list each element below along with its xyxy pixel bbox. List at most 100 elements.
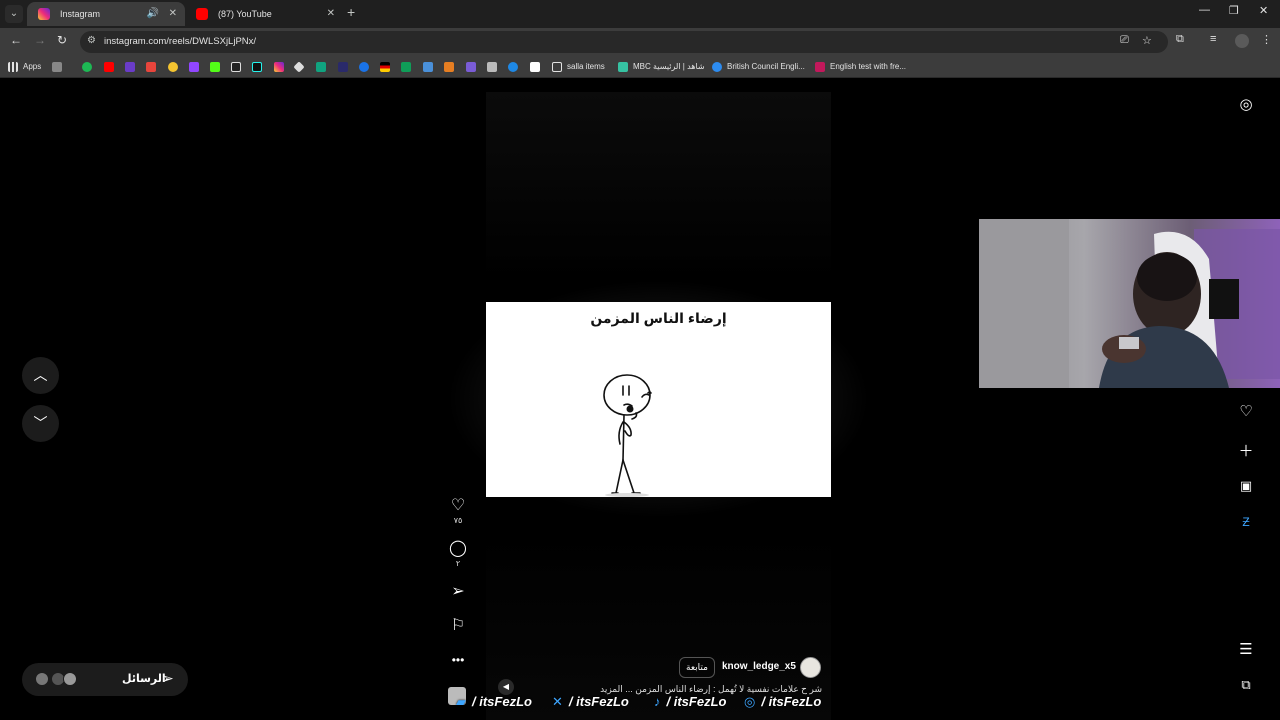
bookmark-icon[interactable] xyxy=(125,62,135,72)
messages-label: الرسائل xyxy=(122,673,166,685)
folder-icon xyxy=(552,61,562,72)
close-tab-icon[interactable]: ✕ xyxy=(327,2,335,26)
apps-bookmark[interactable]: Apps xyxy=(8,56,41,78)
bookmark-icon[interactable] xyxy=(466,62,476,72)
bookmark-icon xyxy=(618,61,628,72)
instagram-logo-icon[interactable]: ◎ xyxy=(1236,95,1256,113)
browser-toolbar: ← → ↻ ⚙ instagram.com/reels/DWLSXjLjPNx/… xyxy=(0,28,1280,56)
close-tab-icon[interactable]: ✕ xyxy=(169,2,177,26)
address-bar[interactable]: ⚙ instagram.com/reels/DWLSXjLjPNx/ ⎚ ☆ xyxy=(80,31,1168,53)
handle-instagram: ◎ / itsFezLo xyxy=(744,694,822,709)
back-icon[interactable]: ← xyxy=(10,33,22,47)
window-close-icon[interactable]: ✕ xyxy=(1259,4,1268,17)
extensions-icon[interactable]: ⧉ xyxy=(1176,33,1184,46)
webcam-overlay xyxy=(979,219,1280,388)
speaker-icon: ◀ xyxy=(502,682,510,691)
heart-icon: ♡ xyxy=(450,497,466,514)
instagram-bookmark-icon[interactable] xyxy=(274,62,284,72)
bookmark-icon[interactable] xyxy=(338,62,348,72)
menu-kebab-icon[interactable]: ⋮ xyxy=(1261,33,1272,46)
gmail-bookmark-icon[interactable] xyxy=(146,62,156,72)
avatar xyxy=(63,672,77,686)
bookmarks-bar: Apps salla items MBC شاهد | الرئيسية Bri… xyxy=(0,56,1280,78)
dashboard-icon[interactable]: ▣ xyxy=(1236,478,1256,494)
handle-x: ✕ / itsFezLo xyxy=(552,694,629,709)
bookmark-item-english-test[interactable]: English test with fre... xyxy=(815,56,906,78)
bookmark-icon[interactable] xyxy=(82,62,92,72)
share-button[interactable]: ➢ xyxy=(444,583,472,601)
bookmark-star-icon[interactable]: ☆ xyxy=(1142,34,1152,47)
bookmark-item-shahid[interactable]: MBC شاهد | الرئيسية xyxy=(618,56,705,78)
chevron-down-icon: ﹀ xyxy=(33,415,48,431)
threads-icon[interactable]: Ƶ xyxy=(1236,515,1256,529)
restore-icon[interactable]: ❐ xyxy=(1229,4,1239,17)
save-button[interactable]: ⚐ xyxy=(444,617,472,635)
mute-toggle[interactable]: ◀ xyxy=(498,679,514,695)
instagram-reels-page: إرضاء الناس المزمن ♡ ٧٥ ◯ ٢ ➢ ⚐ ••• ︿ ﹀ … xyxy=(0,79,1280,720)
youtube-favicon-icon xyxy=(196,8,208,20)
messages-button[interactable]: الرسائل ➢ xyxy=(22,663,188,696)
youtube-bookmark-icon[interactable] xyxy=(104,62,114,72)
tab-title: Instagram xyxy=(60,9,101,19)
media-controls-icon[interactable]: ≡ xyxy=(1210,33,1216,45)
bookmark-icon[interactable] xyxy=(359,62,369,72)
notifications-heart-icon[interactable]: ♡ xyxy=(1236,402,1256,420)
stick-figure-illustration xyxy=(603,374,652,497)
bookmark-item-british-council[interactable]: British Council Engli... xyxy=(712,56,805,78)
author-username[interactable]: know_ledge_x5 xyxy=(722,661,796,672)
like-button[interactable]: ♡ ٧٥ xyxy=(444,497,472,525)
bookmark-icon[interactable] xyxy=(401,62,411,72)
tab-instagram[interactable]: Instagram 🔊 ✕ xyxy=(27,2,185,26)
bookmark-icon[interactable] xyxy=(316,62,326,72)
profile-avatar[interactable] xyxy=(1235,34,1249,48)
tab-search-button[interactable]: ⌄ xyxy=(5,5,23,23)
forward-icon[interactable]: → xyxy=(34,33,46,47)
speaker-icon[interactable]: 🔊 xyxy=(147,2,159,26)
video-title: إرضاء الناس المزمن xyxy=(590,310,727,326)
bookmark-icon[interactable] xyxy=(168,62,178,72)
send-icon: ➢ xyxy=(451,583,465,600)
bookmark-icon[interactable] xyxy=(293,61,305,73)
x-bookmark-icon[interactable] xyxy=(231,62,241,72)
bookmark-folder-salla[interactable]: salla items xyxy=(552,56,605,78)
menu-hamburger-icon[interactable]: ☰ xyxy=(1236,640,1256,658)
more-icon: ••• xyxy=(451,653,465,667)
x-icon: ✕ xyxy=(552,694,563,709)
kick-bookmark-icon[interactable] xyxy=(210,62,220,72)
previous-reel-button[interactable]: ︿ xyxy=(22,357,59,394)
also-from-meta-icon[interactable]: ⧉ xyxy=(1236,677,1256,693)
flag-bookmark-icon[interactable] xyxy=(380,62,390,72)
create-plus-icon[interactable]: ＋ xyxy=(1236,440,1256,461)
twitch-bookmark-icon[interactable] xyxy=(189,62,199,72)
tiktok-icon: ♪ xyxy=(654,694,661,709)
webcam-person-image xyxy=(979,219,1280,388)
comment-count: ٢ xyxy=(455,559,461,568)
like-count: ٧٥ xyxy=(453,516,463,525)
bookmark-icon[interactable] xyxy=(487,62,497,72)
notion-bookmark-icon[interactable] xyxy=(530,62,540,72)
grid-icon[interactable] xyxy=(52,62,62,72)
next-reel-button[interactable]: ﹀ xyxy=(22,405,59,442)
bookmark-icon[interactable] xyxy=(444,62,454,72)
tab-youtube[interactable]: (87) YouTube ✕ xyxy=(185,2,343,26)
bookmark-icon[interactable] xyxy=(508,62,518,72)
site-info-icon[interactable]: ⚙ xyxy=(87,35,96,46)
new-tab-button[interactable]: + xyxy=(347,4,355,20)
follow-button[interactable]: متابعة xyxy=(679,657,715,678)
author-avatar[interactable] xyxy=(800,657,821,678)
instagram-favicon-icon xyxy=(38,8,50,20)
comment-button[interactable]: ◯ ٢ xyxy=(444,540,472,568)
reel-video[interactable]: إرضاء الناس المزمن xyxy=(486,302,831,497)
chevron-up-icon: ︿ xyxy=(33,367,48,383)
tab-title: (87) YouTube xyxy=(218,9,272,19)
url-text[interactable]: instagram.com/reels/DWLSXjLjPNx/ xyxy=(104,31,256,53)
apps-grid-icon xyxy=(8,61,18,72)
reload-icon[interactable]: ↻ xyxy=(57,33,67,47)
comment-icon: ◯ xyxy=(449,540,467,557)
more-options-button[interactable]: ••• xyxy=(444,651,472,669)
install-app-icon[interactable]: ⎚ xyxy=(1120,34,1129,47)
tiktok-bookmark-icon[interactable] xyxy=(252,62,262,72)
bookmark-icon[interactable] xyxy=(423,62,433,72)
minimize-icon[interactable]: — xyxy=(1199,4,1210,16)
handle-twitch: ▰ / itsFezLo xyxy=(456,694,532,709)
